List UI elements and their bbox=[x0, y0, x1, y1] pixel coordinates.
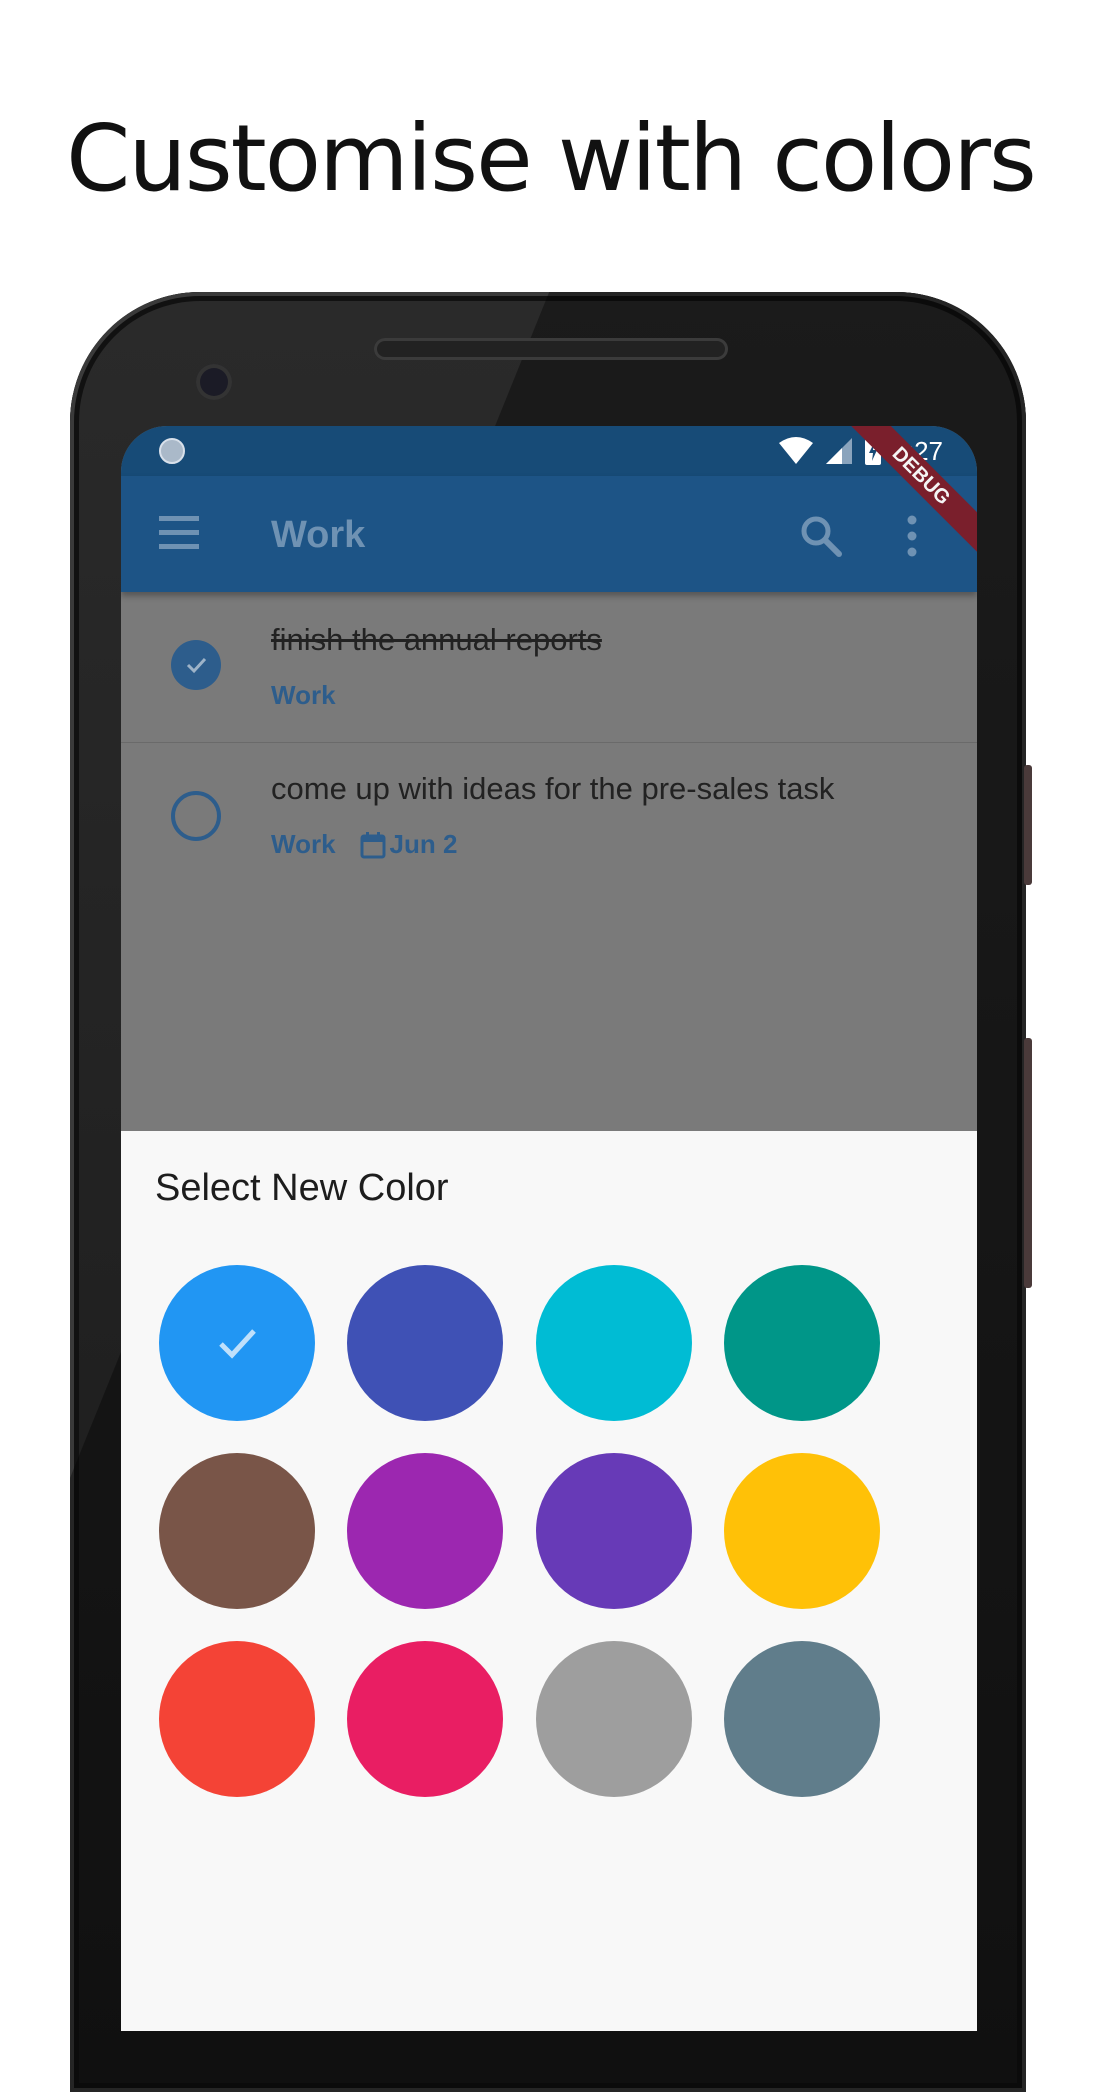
wifi-icon bbox=[779, 437, 814, 464]
color-swatch-deep-purple[interactable] bbox=[536, 1453, 692, 1609]
color-swatch-red[interactable] bbox=[159, 1641, 315, 1797]
app-bar: Work bbox=[121, 476, 977, 592]
status-bar: 4:27 bbox=[121, 426, 977, 476]
task-due-date: Jun 2 bbox=[389, 829, 458, 859]
search-icon[interactable] bbox=[799, 514, 843, 558]
task-list: finish the annual reports Work come up w… bbox=[121, 592, 977, 893]
phone-screen: 4:27 Work DEBUG finish the annual report… bbox=[121, 426, 977, 2031]
color-swatch-cyan[interactable] bbox=[536, 1265, 692, 1421]
color-swatch-grey[interactable] bbox=[536, 1641, 692, 1797]
task-title: finish the annual reports bbox=[271, 622, 602, 657]
volume-button bbox=[1024, 1038, 1032, 1288]
color-swatch-purple[interactable] bbox=[347, 1453, 503, 1609]
color-swatch-blue[interactable] bbox=[159, 1265, 315, 1421]
sheet-title: Select New Color bbox=[155, 1167, 449, 1209]
calendar-icon bbox=[360, 831, 386, 858]
color-swatch-pink[interactable] bbox=[347, 1641, 503, 1797]
color-picker-sheet: Select New Color bbox=[121, 1131, 977, 2031]
task-list-label: Work bbox=[271, 829, 336, 859]
sync-icon bbox=[159, 438, 185, 464]
color-swatch-blue-grey[interactable] bbox=[724, 1641, 880, 1797]
task-item[interactable]: come up with ideas for the pre-sales tas… bbox=[121, 743, 977, 893]
selected-check-icon bbox=[219, 1329, 256, 1359]
more-vert-icon[interactable] bbox=[905, 514, 919, 558]
earpiece-speaker bbox=[374, 338, 728, 360]
task-list-label: Work bbox=[271, 680, 336, 710]
power-button bbox=[1024, 765, 1032, 885]
task-title: come up with ideas for the pre-sales tas… bbox=[271, 771, 835, 806]
incomplete-circle-icon[interactable] bbox=[171, 791, 221, 841]
headline: Customise with colors bbox=[66, 105, 1037, 212]
front-camera bbox=[196, 364, 232, 400]
task-item[interactable]: finish the annual reports Work bbox=[121, 592, 977, 743]
menu-icon[interactable] bbox=[159, 516, 199, 550]
color-swatch-amber[interactable] bbox=[724, 1453, 880, 1609]
cellular-icon bbox=[826, 438, 853, 464]
page-title: Work bbox=[271, 514, 366, 556]
color-swatch-indigo[interactable] bbox=[347, 1265, 503, 1421]
completed-check-icon[interactable] bbox=[171, 640, 221, 690]
color-swatch-teal[interactable] bbox=[724, 1265, 880, 1421]
color-swatch-brown[interactable] bbox=[159, 1453, 315, 1609]
